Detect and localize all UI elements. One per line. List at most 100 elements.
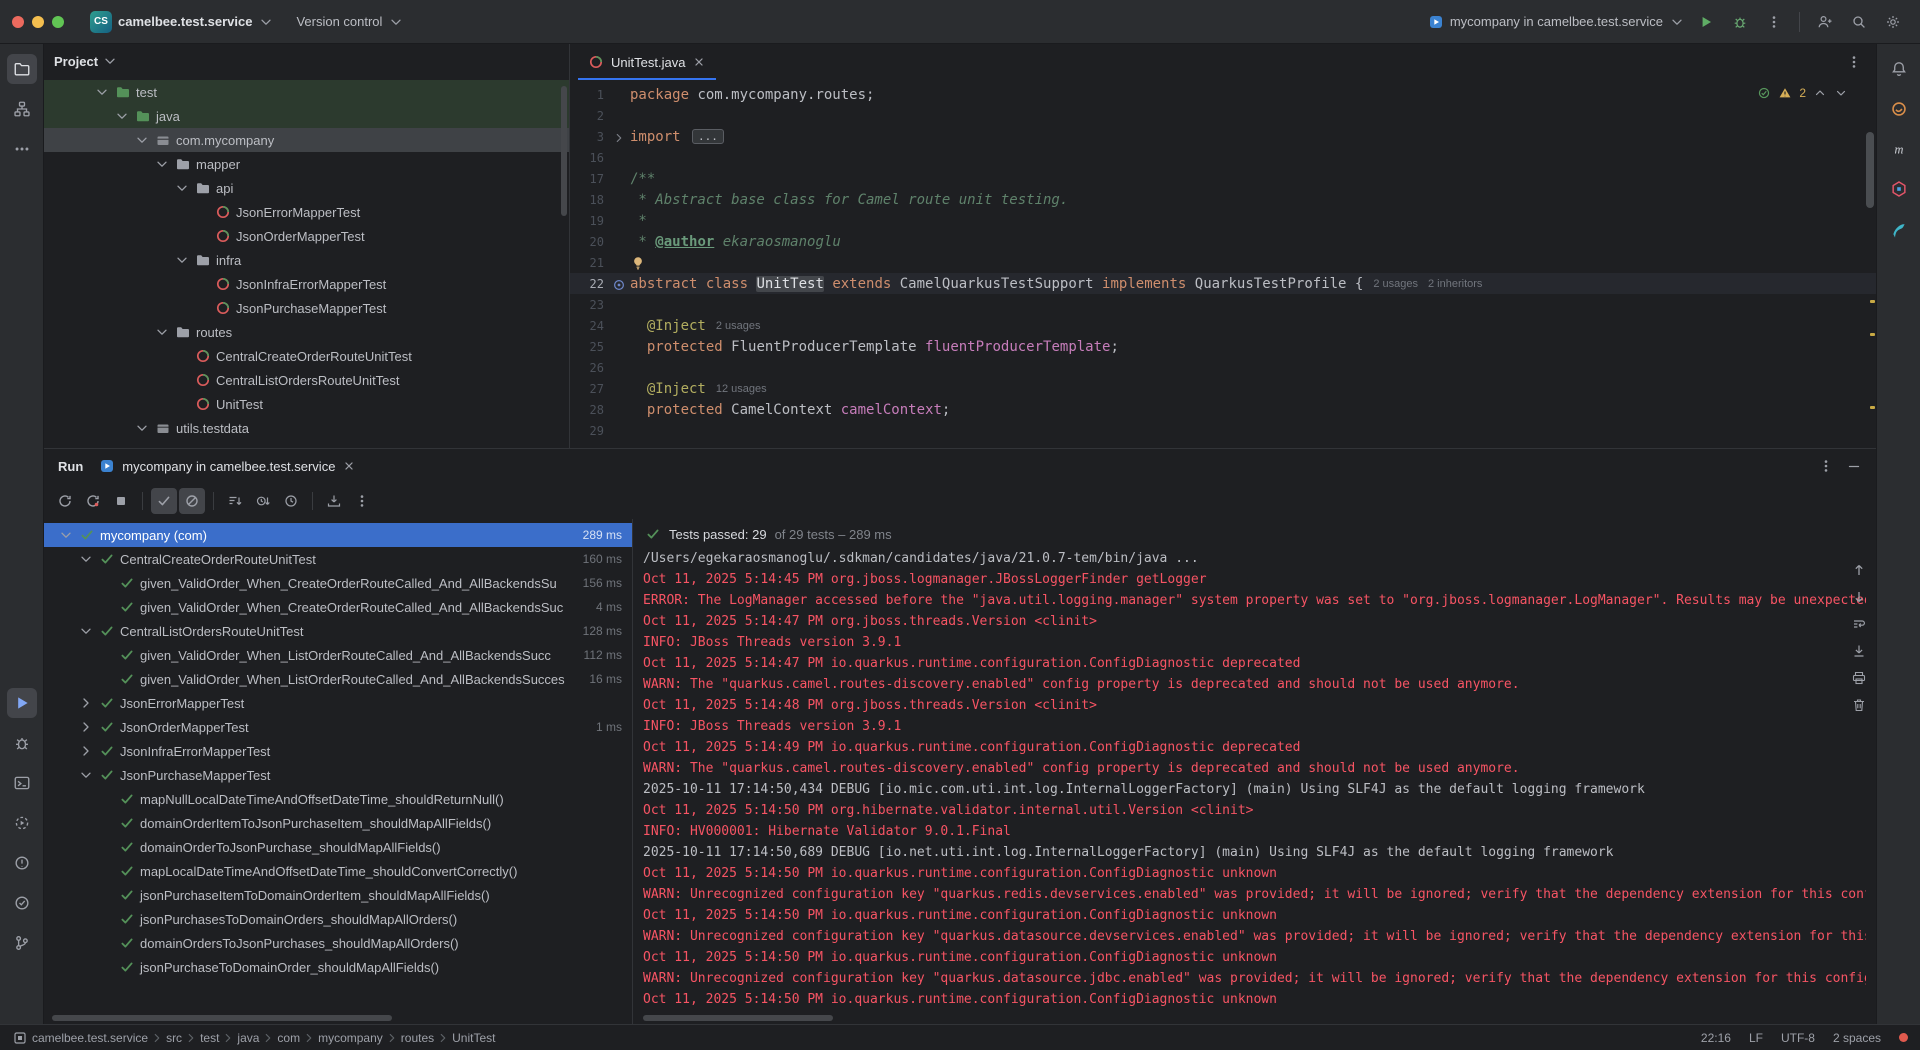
chevron-right-icon[interactable] bbox=[78, 695, 94, 711]
test-tree-row[interactable]: given_ValidOrder_When_ListOrderRouteCall… bbox=[44, 667, 632, 691]
code-line[interactable]: 18 * Abstract base class for Camel route… bbox=[570, 189, 1876, 210]
project-tree-row[interactable]: JsonOrderMapperTest bbox=[44, 224, 569, 248]
test-tree-row[interactable]: domainOrdersToJsonPurchases_shouldMapAll… bbox=[44, 931, 632, 955]
tool-button-project[interactable] bbox=[7, 54, 37, 84]
code-line[interactable]: 27 @Inject12 usages bbox=[570, 378, 1876, 399]
editor-scrollbar[interactable] bbox=[1866, 132, 1874, 208]
tool-button-maven[interactable]: m bbox=[1884, 134, 1914, 164]
chevron-right-icon[interactable] bbox=[78, 719, 94, 735]
tool-button-version-control[interactable] bbox=[7, 928, 37, 958]
breadcrumb-item[interactable]: UnitTest bbox=[452, 1031, 495, 1045]
breadcrumb-item[interactable]: camelbee.test.service bbox=[32, 1031, 148, 1045]
breadcrumb-item[interactable]: src bbox=[166, 1031, 182, 1045]
project-tree-row[interactable]: java bbox=[44, 104, 569, 128]
chevron-down-icon[interactable] bbox=[94, 84, 110, 100]
code-line[interactable]: 28 protected CamelContext camelContext; bbox=[570, 399, 1876, 420]
code-line[interactable]: 22abstract class UnitTest extends CamelQ… bbox=[570, 273, 1876, 294]
code-line[interactable]: 23 bbox=[570, 294, 1876, 315]
arrow-down-button[interactable] bbox=[1850, 588, 1868, 606]
more-options-icon[interactable] bbox=[1818, 458, 1834, 474]
test-tree-row[interactable]: domainOrderItemToJsonPurchaseItem_should… bbox=[44, 811, 632, 835]
search-everywhere-button[interactable] bbox=[1846, 9, 1872, 35]
tool-button-run[interactable] bbox=[7, 688, 37, 718]
chevron-down-icon[interactable] bbox=[134, 420, 150, 436]
code-line[interactable]: 17/** bbox=[570, 168, 1876, 189]
test-tree-row[interactable]: JsonOrderMapperTest1 ms bbox=[44, 715, 632, 739]
tool-button-debug[interactable] bbox=[7, 728, 37, 758]
chevron-down-icon[interactable] bbox=[174, 252, 190, 268]
run-configuration-selector[interactable]: mycompany in camelbee.test.service bbox=[1428, 14, 1685, 30]
chevron-down-icon[interactable] bbox=[154, 156, 170, 172]
test-tree-row[interactable]: domainOrderToJsonPurchase_shouldMapAllFi… bbox=[44, 835, 632, 859]
editor-content[interactable]: 1package com.mycompany.routes;23import .… bbox=[570, 80, 1876, 448]
close-icon[interactable] bbox=[692, 55, 706, 69]
tool-button-structure[interactable] bbox=[7, 94, 37, 124]
status-item[interactable]: UTF-8 bbox=[1781, 1031, 1815, 1045]
chevron-down-icon[interactable] bbox=[114, 108, 130, 124]
warning-stripe-mark[interactable] bbox=[1870, 406, 1875, 409]
status-item[interactable]: 22:16 bbox=[1701, 1031, 1731, 1045]
code-line[interactable]: 1package com.mycompany.routes; bbox=[570, 84, 1876, 105]
run-button[interactable] bbox=[1693, 9, 1719, 35]
chevron-down-icon[interactable] bbox=[78, 623, 94, 639]
code-line[interactable]: 19 * bbox=[570, 210, 1876, 231]
test-tree-row[interactable]: jsonPurchaseItemToDomainOrderItem_should… bbox=[44, 883, 632, 907]
test-tree-row[interactable]: mapLocalDateTimeAndOffsetDateTime_should… bbox=[44, 859, 632, 883]
project-tree-row[interactable]: com.mycompany bbox=[44, 128, 569, 152]
intention-bulb-icon[interactable] bbox=[630, 255, 646, 271]
warning-stripe-mark[interactable] bbox=[1870, 300, 1875, 303]
tool-button-notifications[interactable] bbox=[1884, 54, 1914, 84]
show-ignored-button[interactable] bbox=[179, 488, 205, 514]
import-button[interactable] bbox=[321, 488, 347, 514]
warning-stripe-mark[interactable] bbox=[1870, 333, 1875, 336]
sort-alpha-button[interactable] bbox=[222, 488, 248, 514]
project-tree-row[interactable]: CentralCreateOrderRouteUnitTest bbox=[44, 344, 569, 368]
debug-button[interactable] bbox=[1727, 9, 1753, 35]
vcs-widget[interactable]: Version control bbox=[296, 14, 404, 30]
console-output[interactable]: /Users/egekaraosmanoglu/.sdkman/candidat… bbox=[633, 549, 1876, 1024]
test-tree-row[interactable]: JsonPurchaseMapperTest bbox=[44, 763, 632, 787]
breadcrumb-item[interactable]: com bbox=[277, 1031, 300, 1045]
inspections-widget[interactable]: 2 bbox=[1757, 86, 1848, 100]
project-tree-row[interactable]: JsonPurchaseMapperTest bbox=[44, 296, 569, 320]
soft-wrap-button[interactable] bbox=[1850, 615, 1868, 633]
code-line[interactable]: 25 protected FluentProducerTemplate flue… bbox=[570, 336, 1876, 357]
more-v-button[interactable] bbox=[349, 488, 375, 514]
chevron-down-icon[interactable] bbox=[174, 180, 190, 196]
more-actions-button[interactable] bbox=[1761, 9, 1787, 35]
fold-icon[interactable] bbox=[608, 128, 630, 145]
prev-problem-icon[interactable] bbox=[1813, 86, 1827, 100]
code-line[interactable]: 26 bbox=[570, 357, 1876, 378]
project-panel-header[interactable]: Project bbox=[44, 44, 569, 78]
test-tree-row[interactable]: mapNullLocalDateTimeAndOffsetDateTime_sh… bbox=[44, 787, 632, 811]
project-tree-row[interactable]: JsonErrorMapperTest bbox=[44, 200, 569, 224]
project-tree-row[interactable]: mapper bbox=[44, 152, 569, 176]
breadcrumb-item[interactable]: routes bbox=[401, 1031, 434, 1045]
project-selector[interactable]: CS camelbee.test.service bbox=[90, 11, 274, 33]
minimize-window-button[interactable] bbox=[32, 16, 44, 28]
tool-button-todo[interactable] bbox=[7, 888, 37, 918]
trash-button[interactable] bbox=[1850, 696, 1868, 714]
chevron-down-icon[interactable] bbox=[154, 324, 170, 340]
code-line[interactable]: 2 bbox=[570, 105, 1876, 126]
chevron-down-icon[interactable] bbox=[78, 767, 94, 783]
project-tree-row[interactable]: infra bbox=[44, 248, 569, 272]
tool-button-terminal[interactable] bbox=[7, 768, 37, 798]
rerun-button[interactable] bbox=[52, 488, 78, 514]
test-tree-row[interactable]: CentralListOrdersRouteUnitTest128 ms bbox=[44, 619, 632, 643]
rerun-failed-button[interactable] bbox=[80, 488, 106, 514]
notification-dot[interactable] bbox=[1899, 1033, 1908, 1042]
tab-options-icon[interactable] bbox=[1846, 54, 1862, 70]
project-tree-row[interactable]: CentralListOrdersRouteUnitTest bbox=[44, 368, 569, 392]
chevron-down-icon[interactable] bbox=[58, 527, 74, 543]
test-tree-row[interactable]: jsonPurchaseToDomainOrder_shouldMapAllFi… bbox=[44, 955, 632, 979]
code-line[interactable]: 24 @Inject2 usages bbox=[570, 315, 1876, 336]
breadcrumb-item[interactable]: mycompany bbox=[318, 1031, 383, 1045]
code-line[interactable]: 29 bbox=[570, 420, 1876, 441]
breadcrumb-item[interactable]: java bbox=[237, 1031, 259, 1045]
console-scrollbar[interactable] bbox=[643, 1015, 833, 1021]
status-item[interactable]: LF bbox=[1749, 1031, 1763, 1045]
code-line[interactable]: 20 * @author ekaraosmanoglu bbox=[570, 231, 1876, 252]
scroll-end-button[interactable] bbox=[1850, 642, 1868, 660]
test-tree-scrollbar[interactable] bbox=[52, 1015, 392, 1021]
